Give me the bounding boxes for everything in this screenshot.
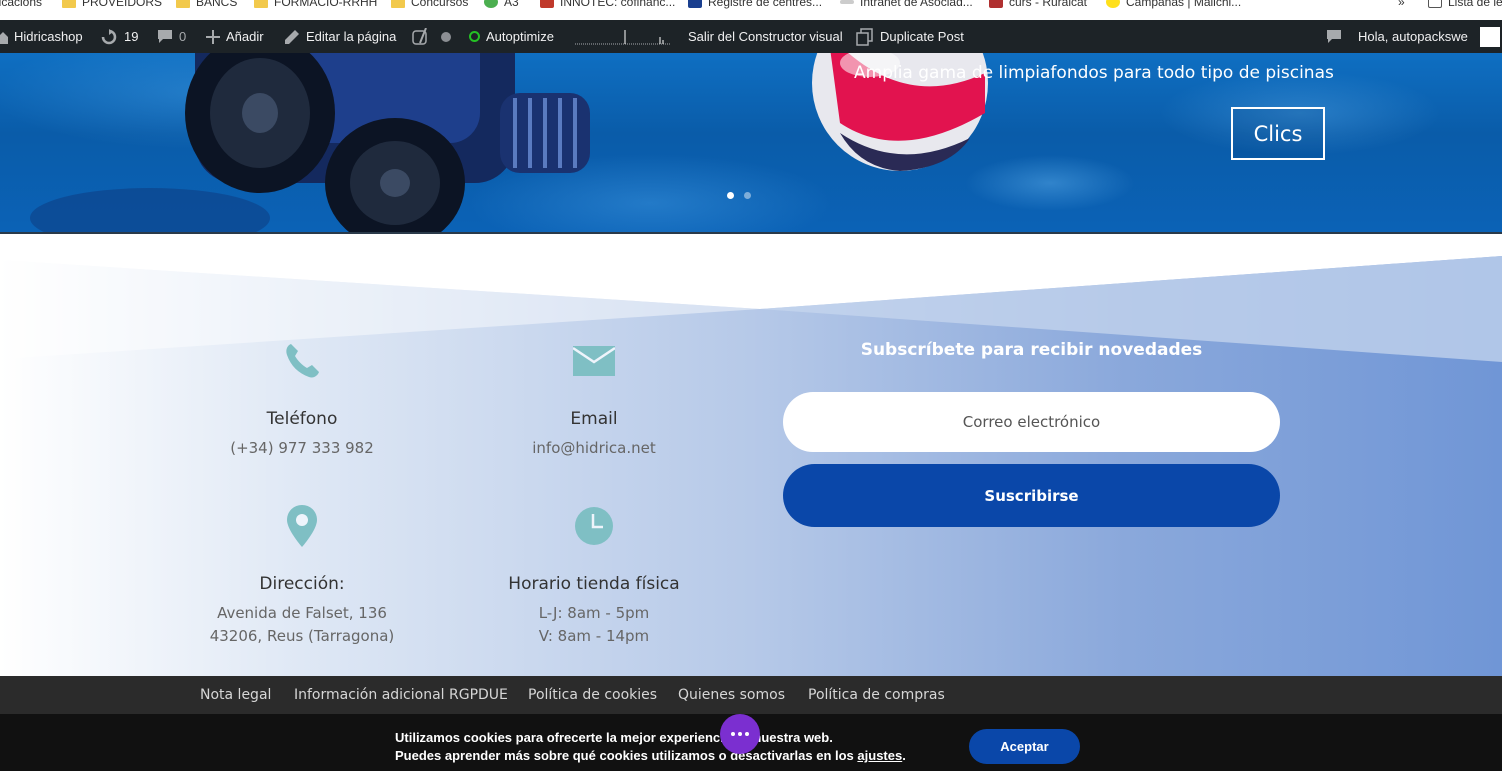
- new-content-menu[interactable]: Añadir: [206, 20, 264, 53]
- bookmark-bancs[interactable]: BANCS: [176, 0, 237, 9]
- refresh-icon: [101, 28, 117, 44]
- hours-label: Horario tienda física: [508, 574, 680, 594]
- contact-hours: Horario tienda física L-J: 8am - 5pm V: …: [464, 504, 724, 648]
- footer-link-cookies[interactable]: Política de cookies: [528, 676, 657, 714]
- list-icon: [1428, 0, 1442, 8]
- duplicate-post-link[interactable]: Duplicate Post: [856, 20, 964, 53]
- wp-admin-bar: Hidricashop 19 0 Añadir Editar la página…: [0, 20, 1502, 53]
- hero-slider: Amplia gama de limpiafondos para todo ti…: [0, 53, 1502, 234]
- email-value[interactable]: info@hidrica.net: [464, 437, 724, 460]
- bookmark-licacions[interactable]: licacions: [0, 0, 42, 9]
- accept-cookies-button[interactable]: Aceptar: [969, 729, 1080, 764]
- seo-status-dot-icon: [441, 31, 451, 42]
- status-ok-icon: [469, 31, 480, 42]
- clock-icon: [575, 507, 613, 545]
- slider-pagination: [727, 192, 751, 199]
- yoast-icon: [412, 27, 427, 45]
- bookmarks-bar: licacions PROVEIDORS BANCS FORMACIO-RRHH…: [0, 0, 1502, 20]
- contact-address: Dirección: Avenida de Falset, 136 43206,…: [172, 504, 432, 648]
- duplicate-icon: [856, 27, 873, 46]
- soc-icon: [688, 0, 702, 8]
- bookmark-registre[interactable]: Registre de centres...: [688, 0, 822, 9]
- bookmark-proveidors[interactable]: PROVEIDORS: [62, 0, 162, 9]
- contact-phone: Teléfono (+34) 977 333 982: [172, 339, 432, 460]
- bookmark-lista[interactable]: Lista de le: [1428, 0, 1502, 9]
- phone-icon: [286, 344, 319, 378]
- footer-link-purchases[interactable]: Política de compras: [808, 676, 945, 714]
- footer-info-section: Teléfono (+34) 977 333 982 Email info@hi…: [0, 234, 1502, 676]
- edit-page-link[interactable]: Editar la página: [284, 20, 396, 53]
- exit-visual-builder-link[interactable]: Salir del Constructor visual: [688, 20, 843, 53]
- envelope-icon: [573, 346, 615, 376]
- bookmarks-overflow[interactable]: »: [1398, 0, 1405, 9]
- address-value: Avenida de Falset, 136 43206, Reus (Tarr…: [209, 604, 395, 645]
- bookmark-innotec[interactable]: INNOTEC: cofinanc...: [540, 0, 675, 9]
- folder-icon: [391, 0, 405, 8]
- subscribe-button[interactable]: Suscribirse: [783, 464, 1280, 527]
- footer-nav: Nota legal Información adicional RGPDUE …: [0, 676, 1502, 714]
- avatar: [1479, 26, 1500, 47]
- pencil-icon: [285, 29, 299, 44]
- phone-value[interactable]: (+34) 977 333 982: [172, 437, 432, 460]
- site-name-menu[interactable]: Hidricashop: [0, 20, 83, 53]
- hero-subtitle: Amplia gama de limpiafondos para todo ti…: [854, 63, 1334, 83]
- folder-icon: [62, 0, 76, 8]
- plus-icon: [206, 29, 220, 44]
- comment-icon: [158, 30, 172, 43]
- mailchimp-icon: [1106, 0, 1120, 8]
- cookie-message: Utilizamos cookies para ofrecerte la mej…: [395, 730, 906, 763]
- graph-icon: [575, 29, 670, 44]
- my-account-menu[interactable]: Hola, autopackswe: [1358, 20, 1500, 53]
- newsletter-email-input[interactable]: [783, 392, 1280, 452]
- cookie-settings-link[interactable]: ajustes: [857, 748, 902, 763]
- page-icon: [840, 0, 854, 4]
- cat-icon: [540, 0, 554, 8]
- hours-value: L-J: 8am - 5pm V: 8am - 14pm: [538, 604, 650, 645]
- bookmark-concursos[interactable]: Concursos: [391, 0, 468, 9]
- hero-cta-button[interactable]: Clics: [1231, 107, 1325, 160]
- address-label: Dirección:: [259, 574, 345, 594]
- slide-dot-2[interactable]: [744, 192, 751, 199]
- notifications-button[interactable]: [1326, 20, 1342, 53]
- bookmark-ruralcat[interactable]: curs - Ruralcat: [989, 0, 1087, 9]
- bookmark-a3[interactable]: A3: [484, 0, 519, 9]
- app-icon: [484, 0, 498, 8]
- autoptimize-menu[interactable]: Autoptimize: [469, 20, 554, 53]
- yoast-menu[interactable]: [412, 20, 451, 53]
- updates-menu[interactable]: 19: [100, 20, 138, 53]
- footer-link-about[interactable]: Quienes somos: [678, 676, 785, 714]
- home-icon: [0, 31, 8, 44]
- bookmark-mailchimp[interactable]: Campañas | Mailchi...: [1106, 0, 1241, 9]
- footer-link-legal[interactable]: Nota legal: [200, 676, 271, 714]
- slide-dot-1[interactable]: [727, 192, 734, 199]
- more-dots-icon: [731, 732, 735, 736]
- footer-link-rgpdue[interactable]: Información adicional RGPDUE: [294, 676, 508, 714]
- folder-icon: [254, 0, 268, 8]
- grid-icon: [989, 0, 1003, 8]
- map-pin-icon: [287, 505, 317, 547]
- contact-email: Email info@hidrica.net: [464, 339, 724, 460]
- bookmark-intranet[interactable]: Intranet de Asociad...: [840, 0, 973, 9]
- comments-menu[interactable]: 0: [157, 20, 186, 53]
- query-monitor-graph: [575, 20, 670, 53]
- phone-label: Teléfono: [266, 409, 338, 429]
- bookmark-formacio[interactable]: FORMACIO-RRHH: [254, 0, 377, 9]
- email-label: Email: [570, 409, 618, 429]
- folder-icon: [176, 0, 190, 8]
- subscribe-title: Subscríbete para recibir novedades: [860, 340, 1203, 360]
- floating-menu-button[interactable]: [720, 714, 760, 754]
- chat-bubble-icon: [1327, 30, 1341, 43]
